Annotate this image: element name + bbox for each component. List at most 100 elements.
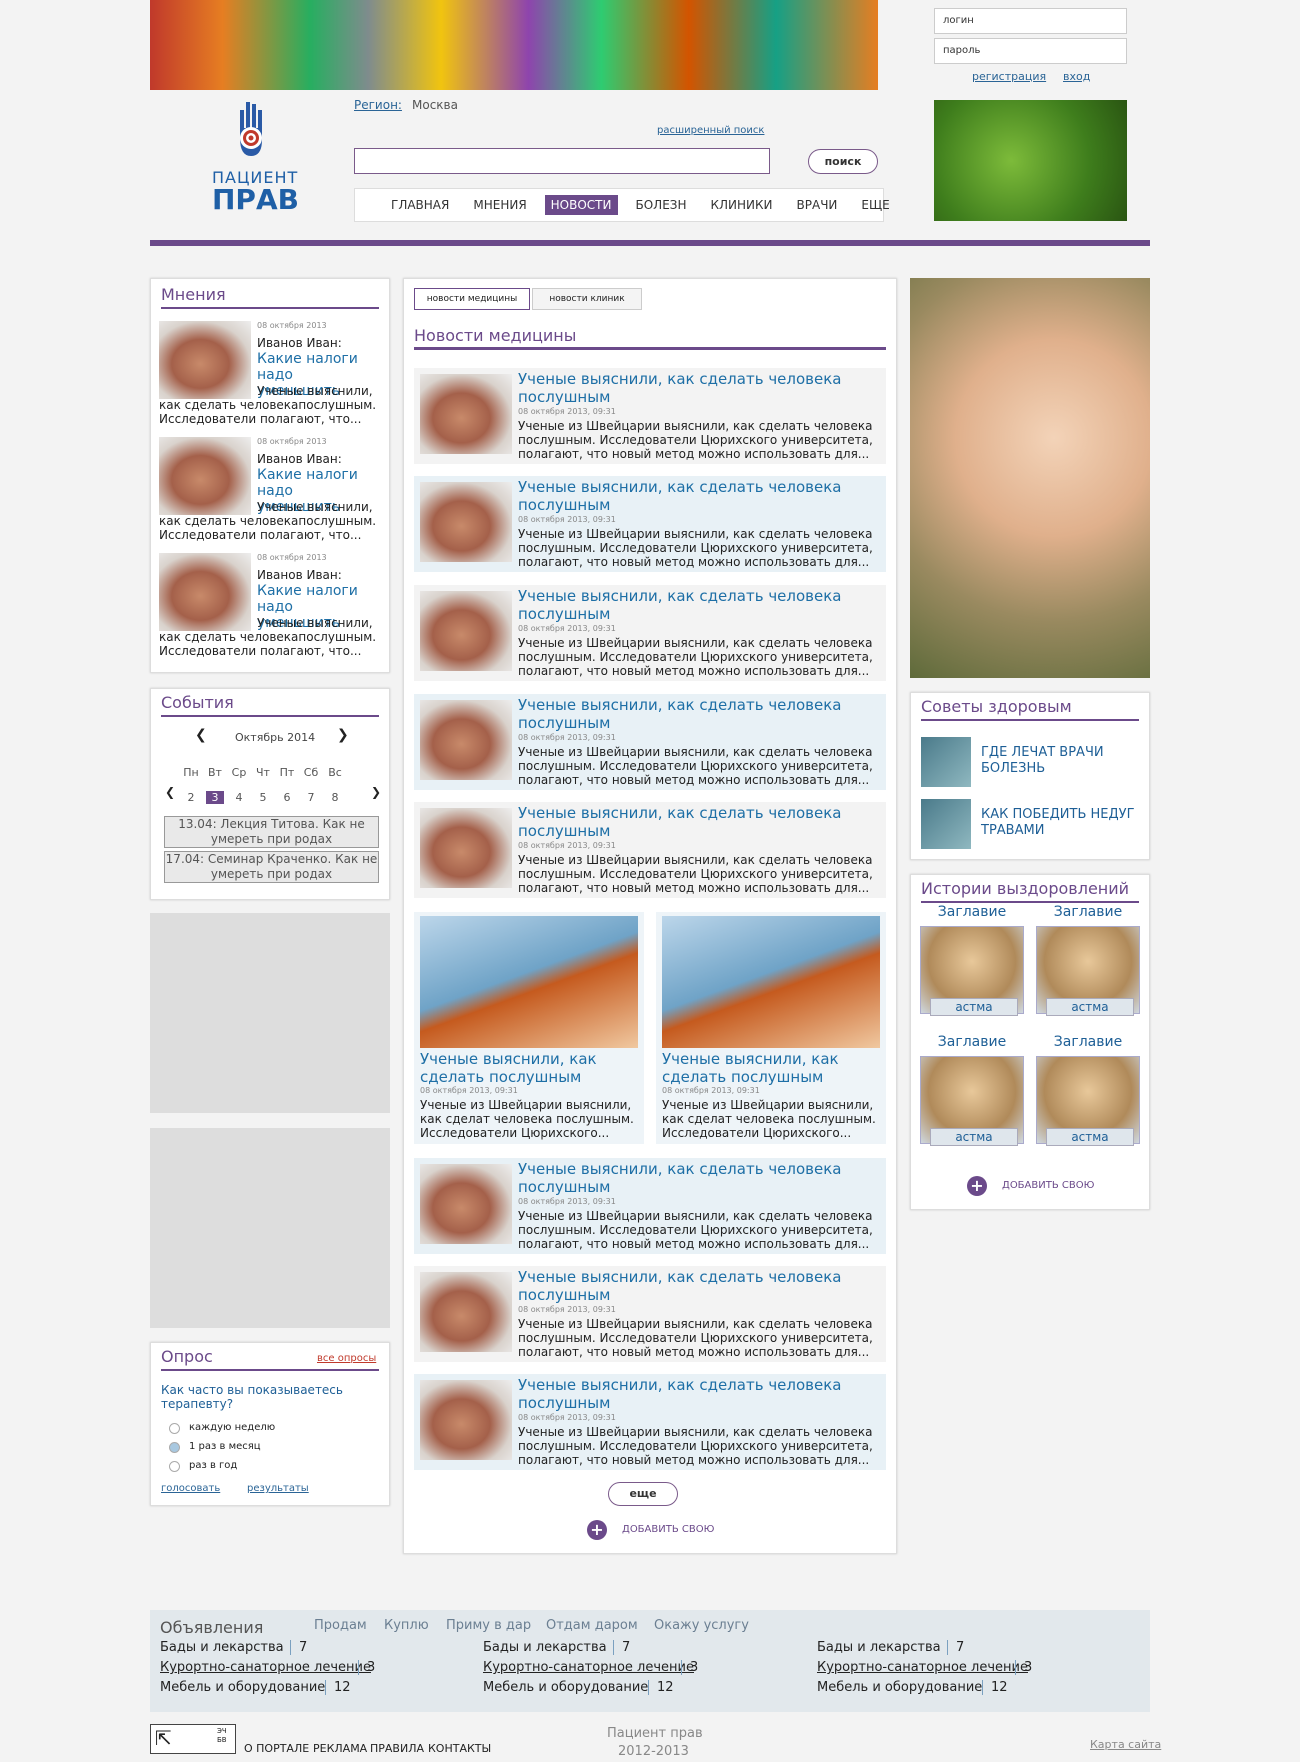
- news-image[interactable]: [420, 700, 512, 780]
- opinion-image[interactable]: [159, 553, 251, 631]
- footer-contacts[interactable]: КОНТАКТЫ: [428, 1742, 491, 1755]
- news-item: Ученые выяснили, как сделать человека по…: [414, 694, 886, 790]
- opinion-image[interactable]: [159, 437, 251, 515]
- footer-rules[interactable]: ПРАВИЛА: [370, 1742, 424, 1755]
- classified-category[interactable]: Курортно-санаторное лечение: [817, 1660, 1028, 1675]
- news-card-image[interactable]: [662, 916, 880, 1048]
- prev-week-icon[interactable]: ❮: [165, 785, 175, 799]
- advanced-search-link[interactable]: расширенный поиск: [657, 125, 764, 136]
- region-label[interactable]: Регион:: [354, 98, 402, 112]
- classified-category[interactable]: Мебель и оборудование: [817, 1680, 982, 1695]
- news-title[interactable]: Ученые выяснили, как сделать человека по…: [518, 1268, 878, 1304]
- search-input[interactable]: [354, 148, 770, 174]
- plus-icon[interactable]: +: [587, 1520, 607, 1540]
- poll-radio[interactable]: [169, 1461, 180, 1472]
- more-news-button[interactable]: еще: [608, 1482, 678, 1506]
- eye-chart-logo[interactable]: ⇱ ЭЧ БВ: [150, 1724, 236, 1754]
- event-item[interactable]: 17.04: Семинар Краченко. Как не умереть …: [164, 851, 379, 883]
- nav-news[interactable]: НОВОСТИ: [544, 195, 618, 215]
- news-image[interactable]: [420, 1164, 512, 1244]
- story-heading[interactable]: Заглавие: [922, 1034, 1022, 1050]
- classifieds-tab[interactable]: Куплю: [384, 1618, 429, 1633]
- nav-diseases[interactable]: БОЛЕЗН: [630, 195, 693, 215]
- calendar-day[interactable]: 6: [275, 791, 299, 804]
- vote-link[interactable]: голосовать: [161, 1483, 220, 1494]
- news-title[interactable]: Ученые выяснили, как сделать человека по…: [518, 696, 878, 732]
- calendar-day[interactable]: 8: [323, 791, 347, 804]
- classified-category[interactable]: Курортно-санаторное лечение: [483, 1660, 694, 1675]
- classifieds-tab[interactable]: Продам: [314, 1618, 367, 1633]
- login-field[interactable]: логин: [934, 8, 1127, 34]
- classified-category[interactable]: Бады и лекарства: [160, 1640, 284, 1655]
- news-body: Ученые из Швейцарии выяснили, как сделат…: [518, 1425, 873, 1467]
- story-tag[interactable]: астма: [930, 1128, 1018, 1146]
- add-story-link[interactable]: ДОБАВИТЬ СВОЮ: [1002, 1180, 1094, 1191]
- news-title[interactable]: Ученые выяснили, как сделать человека по…: [518, 587, 878, 623]
- story-tag[interactable]: астма: [1046, 998, 1134, 1016]
- news-card-image[interactable]: [420, 916, 638, 1048]
- sitemap-link[interactable]: Карта сайта: [1090, 1738, 1161, 1751]
- nav-home[interactable]: ГЛАВНАЯ: [385, 195, 455, 215]
- classified-category[interactable]: Мебель и оборудование: [160, 1680, 325, 1695]
- register-link[interactable]: регистрация: [972, 70, 1046, 83]
- nav-doctors[interactable]: ВРАЧИ: [791, 195, 844, 215]
- search-button[interactable]: поиск: [808, 149, 878, 174]
- news-title[interactable]: Ученые выяснили, как сделать человека по…: [518, 370, 878, 406]
- next-week-icon[interactable]: ❯: [371, 785, 381, 799]
- event-item[interactable]: 13.04: Лекция Титова. Как не умереть при…: [164, 816, 379, 848]
- add-news-link[interactable]: ДОБАВИТЬ СВОЮ: [622, 1524, 714, 1535]
- advice-link[interactable]: ГДЕ ЛЕЧАТ ВРАЧИ БОЛЕЗНЬ: [981, 745, 1131, 777]
- advice-image[interactable]: [921, 799, 971, 849]
- password-field[interactable]: пароль: [934, 38, 1127, 64]
- plus-icon[interactable]: +: [967, 1176, 987, 1196]
- classified-category[interactable]: Мебель и оборудование: [483, 1680, 648, 1695]
- prev-month-icon[interactable]: ❮: [195, 727, 207, 743]
- news-image[interactable]: [420, 591, 512, 671]
- footer-ads[interactable]: РЕКЛАМА: [313, 1742, 367, 1755]
- calendar-day-selected[interactable]: 3: [206, 791, 224, 804]
- opinion-image[interactable]: [159, 321, 251, 399]
- news-title[interactable]: Ученые выяснили, как сделать человека по…: [518, 1160, 878, 1196]
- story-tag[interactable]: астма: [1046, 1128, 1134, 1146]
- tab-medicine-news[interactable]: новости медицины: [414, 288, 530, 310]
- story-tag[interactable]: астма: [930, 998, 1018, 1016]
- story-heading[interactable]: Заглавие: [922, 904, 1022, 920]
- news-image[interactable]: [420, 374, 512, 454]
- story-heading[interactable]: Заглавие: [1038, 1034, 1138, 1050]
- calendar-day[interactable]: 4: [227, 791, 251, 804]
- nav-opinions[interactable]: МНЕНИЯ: [467, 195, 532, 215]
- news-image[interactable]: [420, 1380, 512, 1460]
- poll-radio-selected[interactable]: [169, 1442, 180, 1453]
- nav-clinics[interactable]: КЛИНИКИ: [705, 195, 779, 215]
- story-heading[interactable]: Заглавие: [1038, 904, 1138, 920]
- calendar-day[interactable]: 7: [299, 791, 323, 804]
- weekday: Вт: [208, 766, 222, 779]
- opinion-item: 08 октября 2013 Иванов Иван: Какие налог…: [159, 553, 389, 668]
- calendar-day[interactable]: 2: [179, 791, 203, 804]
- results-link[interactable]: результаты: [247, 1483, 309, 1494]
- classifieds-tab[interactable]: Отдам даром: [546, 1618, 638, 1633]
- calendar-day[interactable]: 5: [251, 791, 275, 804]
- login-link[interactable]: вход: [1063, 70, 1090, 83]
- news-title[interactable]: Ученые выяснили, как сделать человека по…: [518, 804, 878, 840]
- all-polls-link[interactable]: все опросы: [317, 1353, 376, 1364]
- next-month-icon[interactable]: ❯: [337, 727, 349, 743]
- footer-about[interactable]: О ПОРТАЛЕ: [244, 1742, 309, 1755]
- classified-category[interactable]: Бады и лекарства: [483, 1640, 607, 1655]
- news-image[interactable]: [420, 1272, 512, 1352]
- classified-category[interactable]: Курортно-санаторное лечение: [160, 1660, 371, 1675]
- advice-image[interactable]: [921, 737, 971, 787]
- news-card-title[interactable]: Ученые выяснили, как сделать послушным: [420, 1050, 638, 1086]
- news-title[interactable]: Ученые выяснили, как сделать человека по…: [518, 478, 878, 514]
- news-title[interactable]: Ученые выяснили, как сделать человека по…: [518, 1376, 878, 1412]
- advice-link[interactable]: КАК ПОБЕДИТЬ НЕДУГ ТРАВАМИ: [981, 807, 1141, 839]
- classifieds-tab[interactable]: Приму в дар: [446, 1618, 531, 1633]
- news-card-title[interactable]: Ученые выяснили, как сделать послушным: [662, 1050, 880, 1086]
- news-image[interactable]: [420, 482, 512, 562]
- news-image[interactable]: [420, 808, 512, 888]
- classified-category[interactable]: Бады и лекарства: [817, 1640, 941, 1655]
- tab-clinic-news[interactable]: новости клиник: [532, 288, 642, 310]
- nav-more[interactable]: ЕЩЕ: [855, 195, 895, 215]
- classifieds-tab[interactable]: Окажу услугу: [654, 1618, 749, 1633]
- poll-radio[interactable]: [169, 1423, 180, 1434]
